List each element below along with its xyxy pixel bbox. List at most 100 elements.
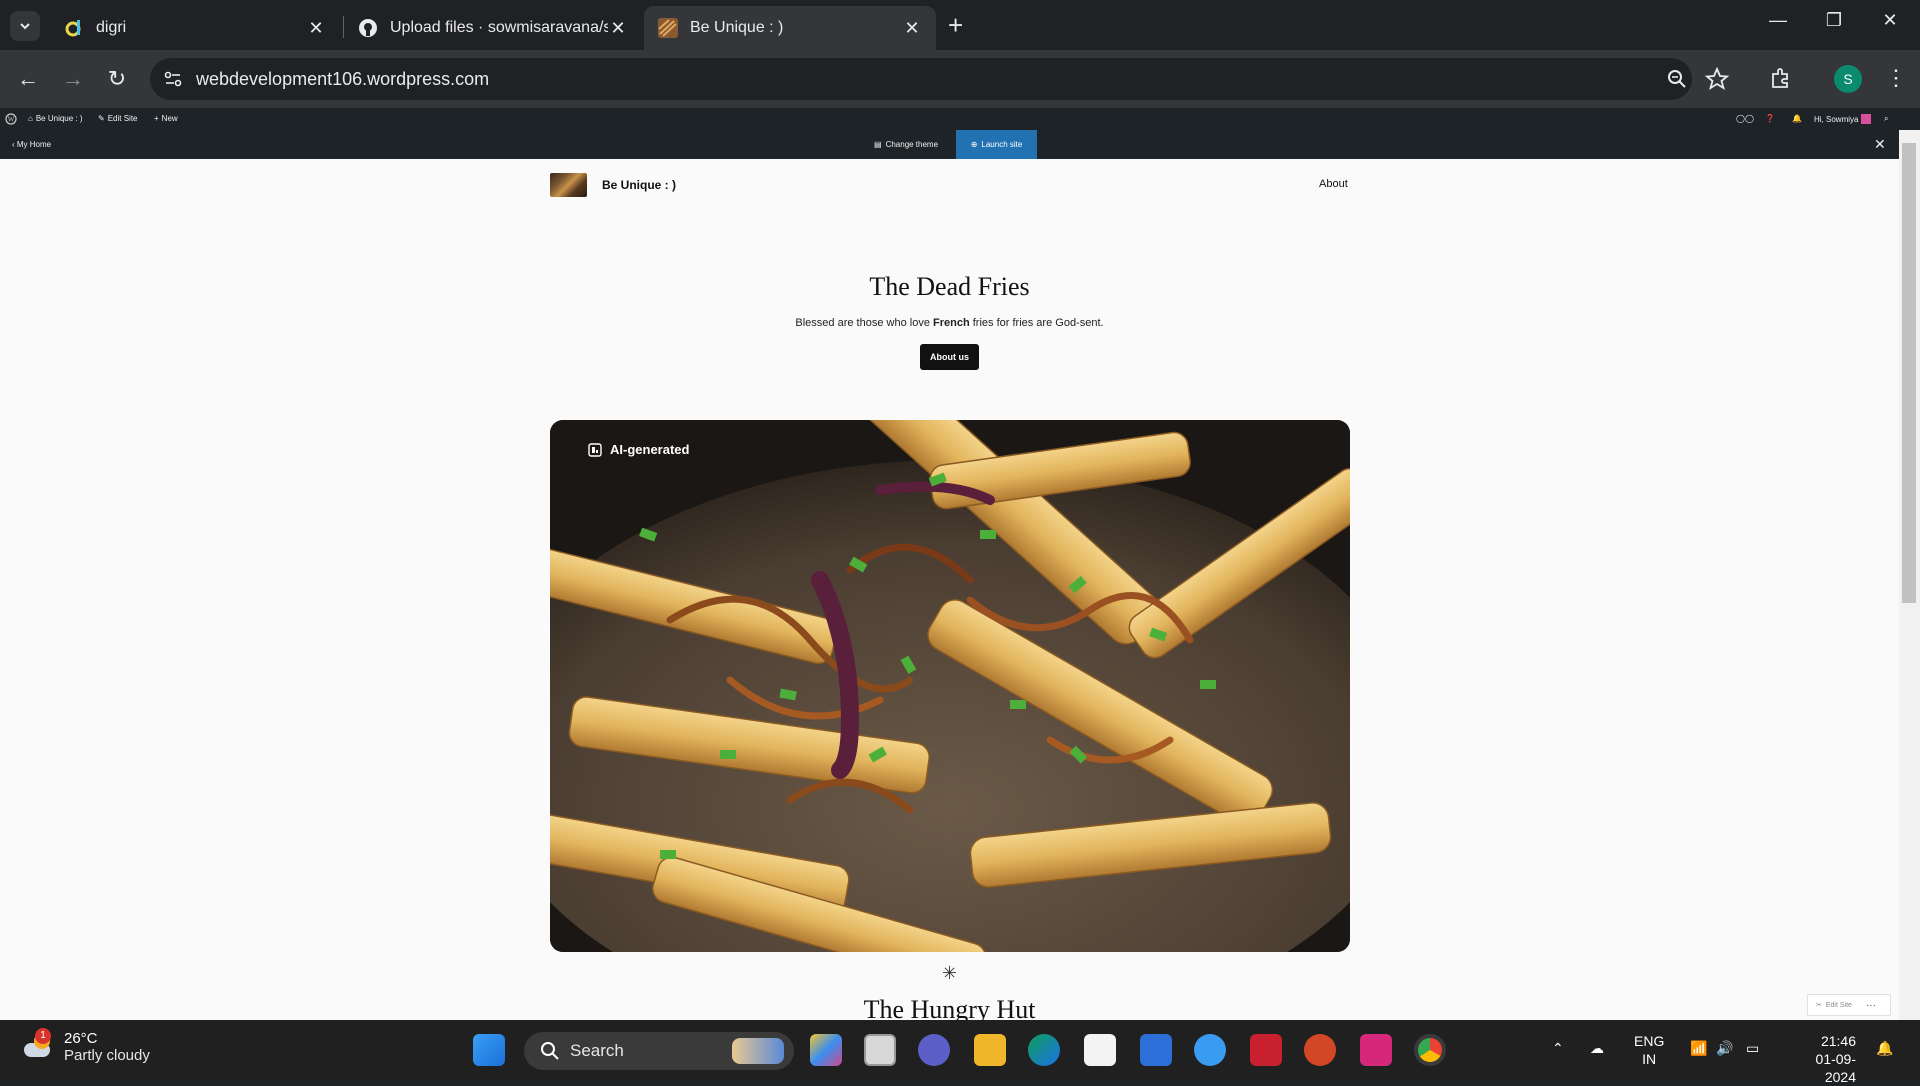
clock-time: 21:46 — [1820, 1033, 1856, 1049]
show-hidden-icons-icon[interactable]: ⌃ — [1552, 1040, 1564, 1057]
theme-icon: ▤ — [874, 140, 882, 149]
teams-icon[interactable] — [918, 1034, 950, 1066]
floating-edit-site-button[interactable]: ✂ Edit Site ··· — [1807, 994, 1891, 1016]
tab-strip: digri ✕ Upload files · sowmisaravana/sc … — [0, 0, 1920, 50]
admin-edit-site[interactable]: ✎ Edit Site — [98, 114, 138, 123]
tab-title: digri — [96, 19, 127, 36]
new-tab-button[interactable]: + — [948, 12, 963, 38]
clipchamp-icon[interactable] — [1360, 1034, 1392, 1066]
scrollbar-thumb[interactable] — [1902, 143, 1916, 603]
change-theme-button[interactable]: ▤ Change theme — [874, 140, 938, 149]
language-indicator[interactable]: ENG IN — [1634, 1032, 1664, 1068]
region-code: IN — [1642, 1051, 1657, 1067]
language-code: ENG — [1634, 1033, 1665, 1049]
close-icon[interactable]: ✕ — [608, 18, 628, 39]
battery-icon[interactable]: ▭ — [1746, 1040, 1759, 1057]
tab-search-button[interactable] — [10, 11, 40, 41]
floating-edit-site-label: Edit Site — [1825, 1001, 1852, 1009]
launch-site-button[interactable]: ⊕ Launch site — [956, 130, 1037, 159]
reader-icon[interactable]: ◯◯ — [1736, 114, 1754, 123]
admin-new[interactable]: + New — [154, 114, 178, 123]
launch-bar: ‹ My Home ▤ Change theme ⊕ Launch site ✕ — [0, 130, 1902, 159]
clock[interactable]: 21:46 01-09-2024 — [1786, 1032, 1856, 1086]
home-icon: ⌂ — [28, 114, 33, 123]
taskbar-search[interactable]: Search — [524, 1032, 794, 1070]
ai-badge-label: AI-generated — [610, 442, 690, 457]
mcafee-icon[interactable] — [1250, 1034, 1282, 1066]
chevron-down-icon — [20, 23, 30, 30]
search-label: Search — [570, 1041, 624, 1060]
store-icon[interactable] — [1084, 1034, 1116, 1066]
onedrive-icon[interactable]: ☁ — [1590, 1040, 1604, 1057]
browser-menu-icon[interactable]: ⋮ — [1885, 64, 1907, 92]
reload-button[interactable]: ↻ — [102, 64, 132, 94]
close-icon[interactable]: ✕ — [1874, 136, 1886, 153]
site-info-icon[interactable] — [162, 68, 184, 90]
site-title[interactable]: Be Unique : ) — [602, 178, 676, 192]
site-logo[interactable] — [550, 173, 587, 197]
wifi-icon[interactable]: 📶 — [1690, 1040, 1707, 1057]
my-home-label: My Home — [16, 140, 52, 149]
zoom-icon[interactable] — [1666, 68, 1688, 90]
change-theme-label: Change theme — [885, 140, 939, 149]
tab-be-unique[interactable]: Be Unique : ) ✕ — [644, 6, 936, 50]
hero-text-bold: French — [933, 317, 970, 329]
fries-illustration — [550, 420, 1350, 952]
volume-icon[interactable]: 🔊 — [1716, 1040, 1733, 1057]
about-us-button[interactable]: About us — [920, 344, 979, 370]
hero-text-part: fries for fries are God-sent. — [969, 317, 1104, 329]
admin-account[interactable]: Hi, Sowmiya — [1814, 114, 1872, 124]
search-icon[interactable]: ⌕ — [1884, 114, 1888, 124]
address-bar[interactable]: webdevelopment106.wordpress.com — [150, 58, 1692, 100]
extensions-icon[interactable] — [1768, 66, 1794, 92]
digri-favicon-icon — [65, 20, 81, 37]
back-button[interactable]: ← — [13, 64, 43, 94]
bookmark-star-icon[interactable] — [1704, 66, 1730, 92]
windows-start-icon[interactable] — [473, 1034, 505, 1066]
search-icon — [541, 1042, 559, 1060]
profile-avatar[interactable]: S — [1834, 65, 1862, 93]
weather-badge: 1 — [35, 1028, 51, 1044]
restore-button[interactable]: ❐ — [1806, 10, 1862, 31]
search-highlight-icon — [732, 1038, 784, 1064]
globe-icon: ⊕ — [970, 140, 978, 149]
weather-widget[interactable]: 1 26°C Partly cloudy — [22, 1028, 150, 1064]
github-icon — [359, 19, 377, 37]
launch-site-label: Launch site — [981, 140, 1023, 149]
task-view-icon[interactable] — [864, 1034, 896, 1066]
close-icon[interactable]: ✕ — [902, 18, 922, 39]
wordpress-logo-icon[interactable]: W — [5, 113, 17, 125]
notification-bell-icon[interactable]: 🔔 — [1876, 1040, 1893, 1057]
svg-text:W: W — [8, 116, 15, 124]
hero-text: Blessed are those who love French fries … — [0, 317, 1899, 329]
site-page: Be Unique : ) About The Dead Fries Bless… — [0, 159, 1899, 1020]
tab-title: Upload files · sowmisaravana/sc — [390, 19, 608, 36]
weather-icon: 1 — [22, 1028, 54, 1063]
help-icon[interactable]: ❓ — [1765, 114, 1775, 123]
powerpoint-icon[interactable] — [1304, 1034, 1336, 1066]
copilot-icon[interactable] — [810, 1034, 842, 1066]
close-window-button[interactable]: ✕ — [1862, 10, 1918, 31]
windows-taskbar: 1 26°C Partly cloudy Search ⌃ ☁ ENG IN 📶… — [0, 1020, 1920, 1085]
site-favicon-icon — [658, 18, 678, 38]
file-explorer-icon[interactable] — [974, 1034, 1006, 1066]
chrome-icon[interactable] — [1414, 1034, 1446, 1066]
tab-github[interactable]: Upload files · sowmisaravana/sc ✕ — [344, 6, 642, 50]
edge-icon[interactable] — [1028, 1034, 1060, 1066]
clock-date: 01-09-2024 — [1815, 1051, 1856, 1085]
nav-about-link[interactable]: About — [1319, 178, 1348, 190]
tab-digri[interactable]: digri ✕ — [50, 6, 340, 50]
brush-icon: ✎ — [98, 114, 105, 123]
close-icon[interactable]: ✕ — [306, 18, 326, 39]
plus-icon: + — [154, 114, 159, 123]
notifications-icon[interactable]: 🔔 — [1792, 114, 1802, 123]
admin-site-link[interactable]: ⌂ Be Unique : ) — [28, 114, 83, 123]
forward-button[interactable]: → — [58, 64, 88, 94]
weather-condition: Partly cloudy — [64, 1047, 150, 1064]
myhp-icon[interactable] — [1140, 1034, 1172, 1066]
minimize-button[interactable]: — — [1750, 10, 1806, 31]
admin-site-name: Be Unique : ) — [35, 114, 83, 123]
my-home-link[interactable]: ‹ My Home — [12, 140, 51, 149]
get-help-icon[interactable] — [1194, 1034, 1226, 1066]
more-icon[interactable]: ··· — [1866, 1000, 1876, 1011]
